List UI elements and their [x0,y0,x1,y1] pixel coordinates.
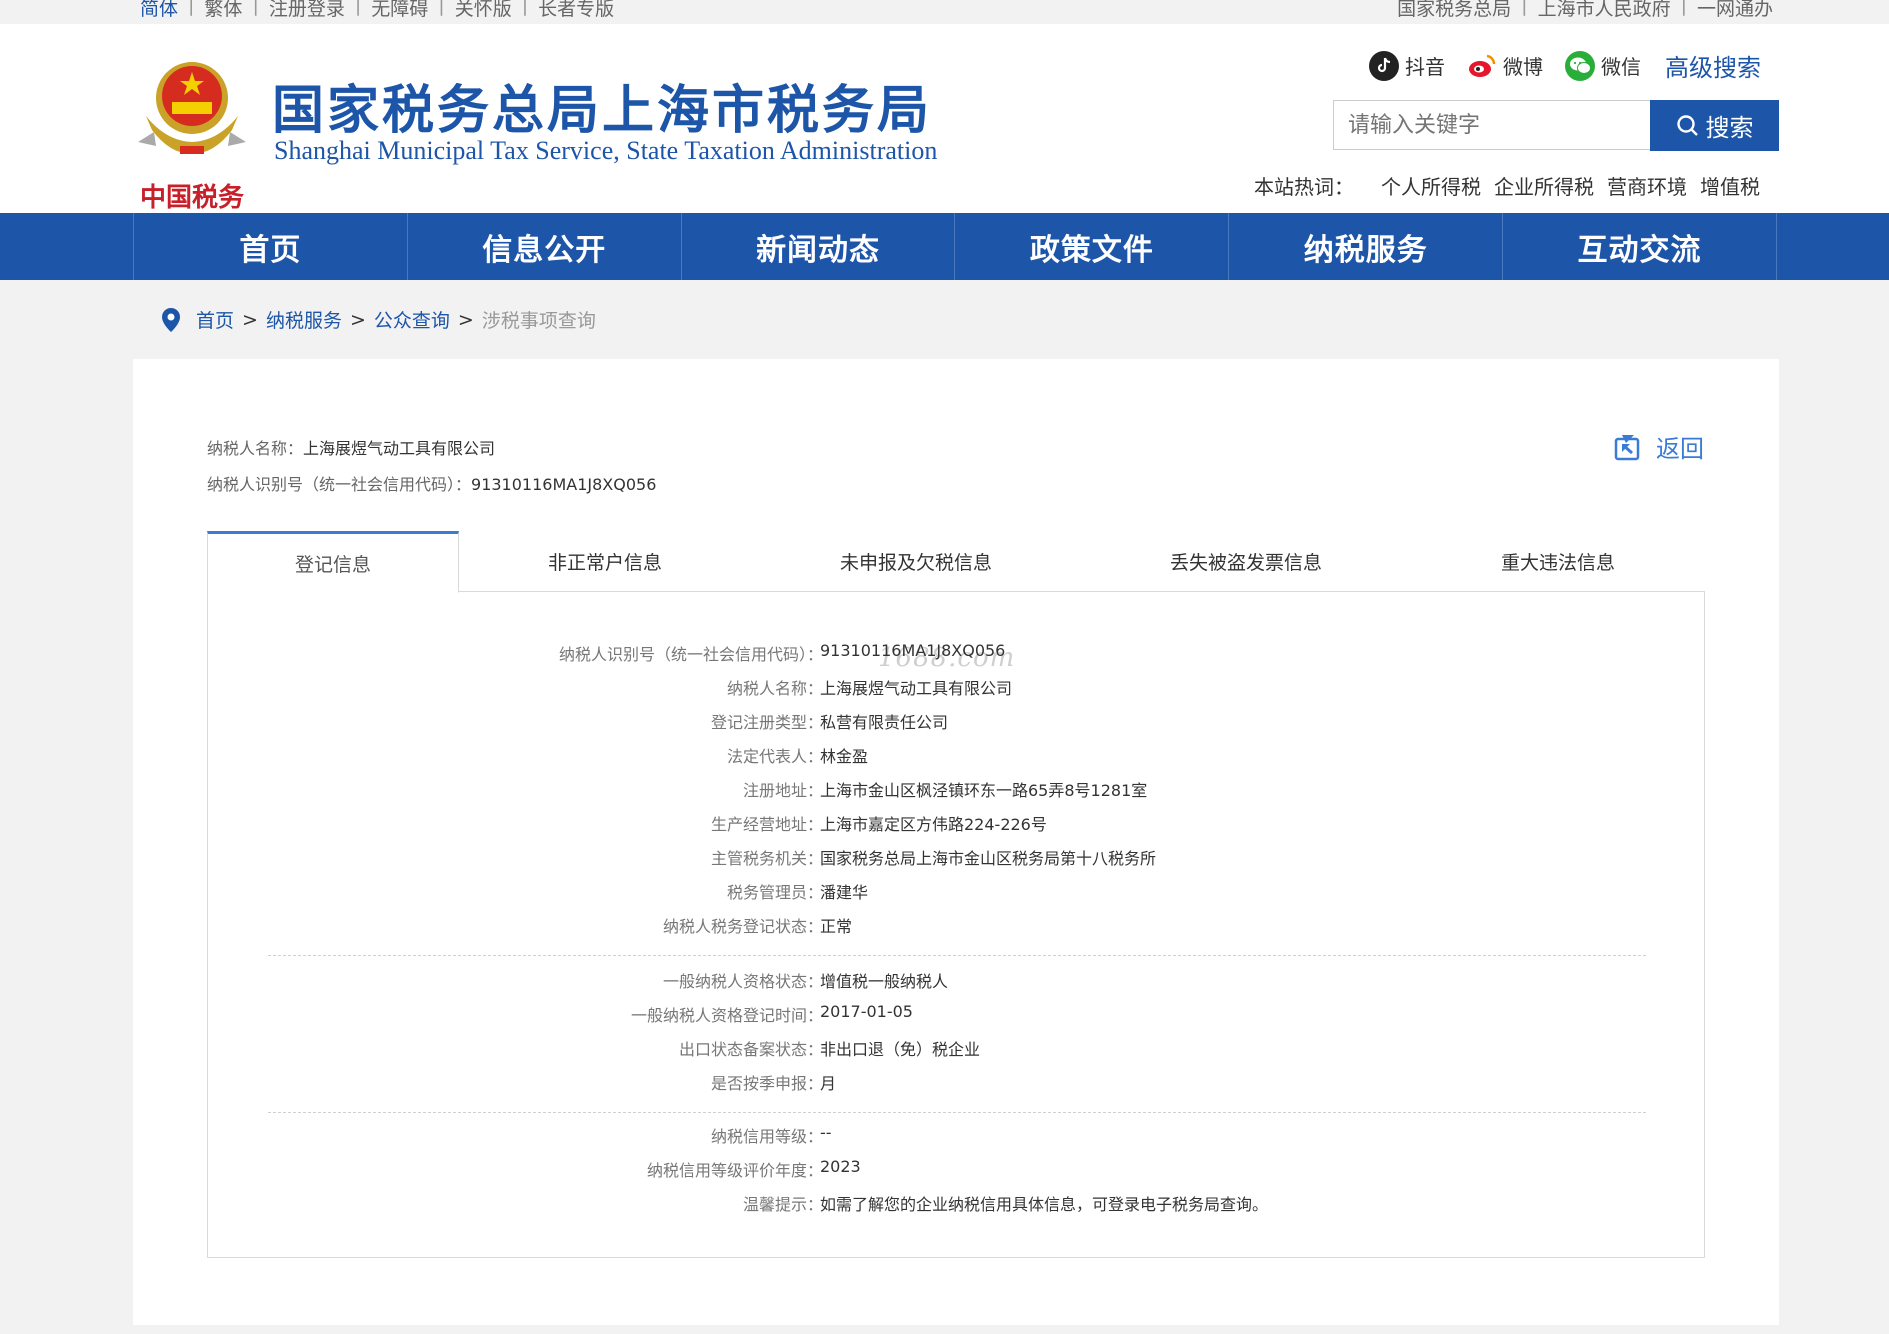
main-nav: 首页 信息公开 新闻动态 政策文件 纳税服务 互动交流 [0,213,1889,280]
detail-row: 登记注册类型： 私营有限责任公司 [710,713,949,732]
hotword-cit[interactable]: 企业所得税 [1494,171,1594,200]
page-bottom [0,1325,1889,1334]
detail-row: 出口状态备案状态： 非出口退（免）税企业 [678,1040,981,1059]
info-tabs: 登记信息 非正常户信息 未申报及欠税信息 丢失被盗发票信息 重大违法信息 [207,531,1705,593]
nav-news[interactable]: 新闻动态 [682,213,956,280]
site-header: 中国税务 国家税务总局上海市税务局 Shanghai Municipal Tax… [0,24,1889,213]
nav-policy-docs[interactable]: 政策文件 [955,213,1230,280]
link-one-net[interactable]: 一网通办 [1697,0,1773,21]
breadcrumb: 首页 > 纳税服务 > 公众查询 > 涉税事项查询 [160,306,596,333]
detail-row: 纳税信用等级： -- [710,1123,832,1146]
search-button[interactable]: 搜索 [1650,100,1779,151]
detail-row: 纳税人识别号（统一社会信用代码）： 91310116MA1J8XQ056 [558,641,1006,664]
breadcrumb-current: 涉税事项查询 [481,310,596,332]
hot-words: 本站热词： 个人所得税 企业所得税 营商环境 增值税 [1254,171,1760,200]
site-title: 国家税务总局上海市税务局 [272,80,933,141]
detail-row: 纳税信用等级评价年度： 2023 [646,1157,861,1180]
taxpayer-name-line: 纳税人名称：上海展煜气动工具有限公司 [207,435,495,459]
section-divider [268,955,1646,956]
detail-row: 是否按季申报：月 [710,1074,837,1093]
weibo-icon [1467,50,1497,81]
link-accessibility[interactable]: 无障碍 [371,0,428,21]
detail-row: 一般纳税人资格登记时间： 2017-01-05 [630,1002,913,1025]
china-tax-emblem-logo[interactable]: 中国税务 [136,46,248,216]
detail-row: 法定代表人： 林金盈 [726,747,869,766]
link-simplified[interactable]: 简体 [140,0,178,21]
social-links: 抖音 微博 微信 高级搜索 [1347,48,1761,83]
weibo-link[interactable]: 微博 [1467,50,1543,81]
link-sta[interactable]: 国家税务总局 [1397,0,1511,21]
taxpayer-name: 上海展煜气动工具有限公司 [303,439,496,458]
advanced-search-link[interactable]: 高级搜索 [1665,48,1761,83]
link-register-login[interactable]: 注册登录 [269,0,345,21]
hot-words-label: 本站热词： [1254,175,1354,199]
back-button[interactable]: 返回 [1614,429,1704,464]
detail-row: 税务管理员： 潘建华 [726,883,869,902]
detail-row: 温馨提示： 如需了解您的企业纳税信用具体信息，可登录电子税务局查询。 [742,1195,1269,1214]
link-traditional[interactable]: 繁体 [204,0,242,21]
tab-unfiled-arrears-info[interactable]: 未申报及欠税信息 [751,531,1081,592]
hotword-business-env[interactable]: 营商环境 [1607,171,1687,200]
link-care-version[interactable]: 关怀版 [455,0,512,21]
site-subtitle: Shanghai Municipal Tax Service, State Ta… [274,136,938,165]
nav-home[interactable]: 首页 [134,213,408,280]
detail-row: 纳税人名称： 上海展煜气动工具有限公司 [726,679,1013,698]
location-pin-icon [162,307,180,332]
taxpayer-id: 91310116MA1J8XQ056 [471,475,657,494]
nav-tax-service[interactable]: 纳税服务 [1229,213,1504,280]
svg-text:中国税务: 中国税务 [140,183,244,213]
link-elderly-version[interactable]: 长者专版 [538,0,614,21]
detail-row: 主管税务机关： 国家税务总局上海市金山区税务局第十八税务所 [710,849,1157,868]
douyin-link[interactable]: 抖音 [1369,50,1445,81]
breadcrumb-public-query[interactable]: 公众查询 [374,306,450,333]
hotword-vat[interactable]: 增值税 [1700,171,1760,200]
search-icon [1676,114,1698,136]
tab-abnormal-account-info[interactable]: 非正常户信息 [459,531,751,592]
back-icon [1614,434,1640,460]
detail-row: 纳税人税务登记状态： 正常 [662,917,853,936]
search-input[interactable] [1333,100,1651,150]
detail-row: 一般纳税人资格状态： 增值税一般纳税人 [662,972,949,991]
nav-interaction[interactable]: 互动交流 [1503,213,1777,280]
wechat-link[interactable]: 微信 [1565,50,1641,81]
douyin-icon [1369,50,1399,81]
hotword-iit[interactable]: 个人所得税 [1381,171,1481,200]
wechat-icon [1565,50,1595,81]
breadcrumb-tax-service[interactable]: 纳税服务 [266,306,342,333]
section-divider [268,1112,1646,1113]
tab-lost-invoice-info[interactable]: 丢失被盗发票信息 [1081,531,1411,592]
taxpayer-name-label: 纳税人名称： [207,439,304,458]
main-panel: 纳税人名称：上海展煜气动工具有限公司 纳税人识别号（统一社会信用代码）：9131… [133,359,1779,1325]
registration-details: 1688.com 纳税人识别号（统一社会信用代码）： 91310116MA1J8X… [207,591,1705,1258]
nav-info-disclosure[interactable]: 信息公开 [408,213,682,280]
link-shanghai-gov[interactable]: 上海市人民政府 [1538,0,1671,21]
breadcrumb-home[interactable]: 首页 [196,306,234,333]
taxpayer-id-label: 纳税人识别号（统一社会信用代码）： [207,475,472,494]
detail-row: 注册地址： 上海市金山区枫泾镇环东一路65弄8号1281室 [742,781,1148,800]
tab-major-violation-info[interactable]: 重大违法信息 [1411,531,1705,592]
top-utility-bar: 简体 | 繁体 | 注册登录 | 无障碍 | 关怀版 | 长者专版 国家税务总局… [0,0,1889,24]
detail-row: 生产经营地址： 上海市嘉定区方伟路224-226号 [710,815,1047,834]
tab-registration-info[interactable]: 登记信息 [207,531,459,593]
taxpayer-id-line: 纳税人识别号（统一社会信用代码）：91310116MA1J8XQ056 [207,471,656,495]
